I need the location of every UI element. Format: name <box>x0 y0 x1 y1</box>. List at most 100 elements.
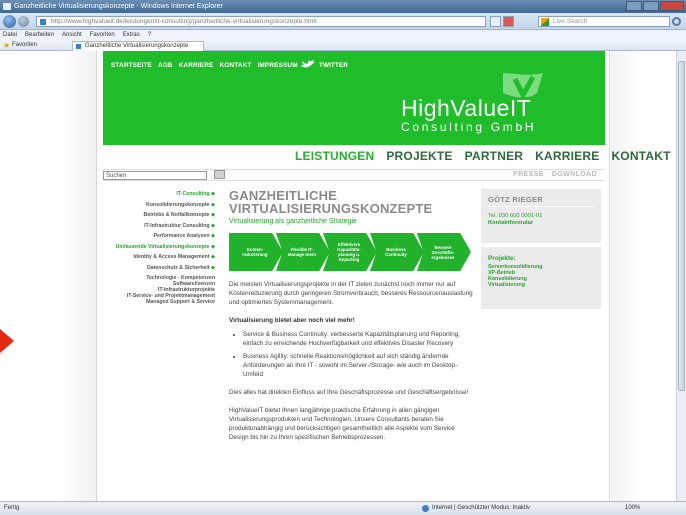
address-tools <box>490 16 514 27</box>
browser-tab[interactable]: Ganzheitliche Virtualisierungskonzepte <box>72 41 204 51</box>
mainnav-link[interactable]: KONTAKT <box>611 149 670 163</box>
offer-paragraph: HighValueIT bietet Ihnen langjährige pra… <box>229 407 455 441</box>
topnav-link[interactable]: IMPRESSUM <box>257 62 297 69</box>
bullet-icon: ◆ <box>209 201 215 208</box>
url-field[interactable]: http://www.highvalueit.de/leistungen/it-… <box>36 16 486 27</box>
sidebar-item[interactable]: Konsolidierungskonzepte ◆ <box>101 200 215 211</box>
contact-box: GÖTZ RIEGER Tel. 030 600 0001-01 Kontakt… <box>481 189 601 243</box>
subnav-link[interactable]: PRESSE <box>513 171 544 178</box>
intro-paragraph: Die meisten Virtualisierungsprojekte in … <box>229 281 473 306</box>
topnav-link[interactable]: KARRIERE <box>179 62 214 69</box>
contact-phone: Tel. 030 600 0001-01 <box>488 213 543 219</box>
process-steps-diagram: Kosten-reduzierung Flexible IT-Manage-men… <box>229 233 473 271</box>
menu-bar: Datei Bearbeiten Ansicht Favoriten Extras? <box>0 30 686 40</box>
star-icon[interactable]: ★ <box>3 42 10 50</box>
sidebar-item-label: Konsolidierungskonzepte <box>146 201 210 208</box>
menu-item[interactable]: Extras <box>123 30 140 40</box>
page-viewport: STARTSEITE AGB KARRIERE KONTAKT IMPRESSUM TW… <box>0 51 676 501</box>
forward-button[interactable] <box>18 16 29 27</box>
sidebar-item[interactable]: Performance Analysen ◆ <box>101 231 215 242</box>
page-subtitle: Virtualisierung als ganzheitliche Strate… <box>229 218 357 225</box>
topnav-link[interactable]: KONTAKT <box>219 62 251 69</box>
window-titlebar: Ganzheitliche Virtualisierungskonzepte -… <box>0 0 686 13</box>
site-search-placeholder: Suchen <box>106 173 127 179</box>
page-background-right <box>611 51 676 501</box>
maximize-button[interactable] <box>643 1 659 11</box>
live-search-input[interactable]: Live Search <box>538 16 670 27</box>
search-row: Suchen PRESSE DOWNLOAD <box>103 169 605 181</box>
sidebar-item[interactable]: Identity & Access Management ◆ <box>101 252 215 263</box>
scrollbar-thumb[interactable] <box>678 61 685 391</box>
security-zone[interactable]: Internet | Geschützter Modus: Inaktiv <box>422 502 530 515</box>
back-button[interactable] <box>3 15 16 28</box>
main-content: GANZHEITLICHE VIRTUALISIERUNGSKONZEPTE V… <box>229 189 473 442</box>
subnav-link[interactable]: DOWNLOAD <box>552 171 597 178</box>
refresh-button[interactable] <box>490 16 501 27</box>
sidebar-navigation: IT-Consulting ◆ Konsolidierungskonzepte ◆… <box>101 189 215 305</box>
projects-box: Projekte: Serverkonsolidierung XP-Betrieb… <box>481 247 601 309</box>
benefit-list: Service & Business Continuity: verbesser… <box>229 330 473 379</box>
twitter-bird-icon[interactable] <box>301 60 315 69</box>
logo-wordmark[interactable]: HighValueIT <box>401 95 531 122</box>
bullet-icon: ◆ <box>209 222 215 229</box>
impact-paragraph: Dies alles hat direkten Einfluss auf Ihr… <box>229 389 469 396</box>
list-item: Business Agility: schnelle Reaktionsmögl… <box>243 352 473 379</box>
menu-item[interactable]: Favoriten <box>90 30 115 40</box>
site-search-button[interactable] <box>214 170 225 179</box>
menu-item[interactable]: Bearbeiten <box>25 30 54 40</box>
bullet-icon: ◆ <box>209 233 215 239</box>
sidebar-item-label: Performance Analysen <box>153 233 210 239</box>
project-link[interactable]: Virtualisierung <box>488 282 542 288</box>
twitter-link[interactable]: TWITTER <box>319 62 348 69</box>
top-navigation: STARTSEITE AGB KARRIERE KONTAKT IMPRESSUM <box>111 62 298 69</box>
ie-icon <box>3 3 11 10</box>
mainnav-link[interactable]: LEISTUNGEN <box>295 149 374 163</box>
sidebar-group: Technologie - Kompetenzen Softwarelizenze… <box>101 275 215 305</box>
close-button[interactable] <box>660 1 684 11</box>
favorites-button[interactable]: Favoriten <box>12 40 37 51</box>
sidebar-item[interactable]: Managed Support & Service <box>101 299 215 305</box>
website-container: STARTSEITE AGB KARRIERE KONTAKT IMPRESSUM TW… <box>96 51 670 501</box>
menu-item[interactable]: ? <box>148 30 151 40</box>
globe-icon <box>422 505 429 512</box>
menu-item[interactable]: Ansicht <box>62 30 82 40</box>
process-step: Effektivere Kapazitäts-planung u. Report… <box>323 233 377 271</box>
favorites-bar: ★ Favoriten Ganzheitliche Virtualisierun… <box>0 40 686 51</box>
mainnav-link[interactable]: PARTNER <box>465 149 524 163</box>
sidebar-item[interactable]: Datenschutz & Sicherheit ◆ <box>101 263 215 274</box>
security-zone-text: Internet | Geschützter Modus: Inaktiv <box>432 505 530 511</box>
site-search-input[interactable]: Suchen <box>103 171 207 180</box>
sidebar-item-label: IT-Consulting <box>176 191 210 197</box>
search-icon[interactable] <box>672 17 681 26</box>
mainnav-link[interactable]: PROJEKTE <box>386 149 452 163</box>
sidebar-item[interactable]: IT-Consulting ◆ <box>101 189 215 200</box>
header-banner: STARTSEITE AGB KARRIERE KONTAKT IMPRESSUM TW… <box>103 51 605 145</box>
topnav-link[interactable]: AGB <box>158 62 173 69</box>
contact-form-link[interactable]: Kontaktformular <box>488 220 533 226</box>
sidebar-item-label: Umfassende Virtualisierungskonzepte <box>115 243 210 250</box>
sidebar-item[interactable]: Umfassende Virtualisierungskonzepte ◆ <box>101 242 215 253</box>
menu-item[interactable]: Datei <box>3 30 17 40</box>
live-search-icon <box>541 18 549 26</box>
process-step: Bessere Geschäfts-ergebnisse <box>417 233 471 271</box>
bullet-icon: ◆ <box>209 254 215 260</box>
contact-name: GÖTZ RIEGER <box>488 195 543 204</box>
mainnav-link[interactable]: KARRIERE <box>535 149 599 163</box>
status-text: Fertig <box>4 505 20 511</box>
main-navigation: LEISTUNGEN PROJEKTE PARTNER KARRIERE KONTAKT <box>295 149 671 163</box>
sidebar-item[interactable]: Betriebs & Notfallkonzepte ◆ <box>101 210 215 221</box>
bullet-icon: ◆ <box>209 212 215 218</box>
topnav-link[interactable]: STARTSEITE <box>111 62 152 69</box>
divider <box>488 206 594 207</box>
page-icon <box>40 19 46 25</box>
page-title-line-2: VIRTUALISIERUNGSKONZEPTE <box>229 201 433 216</box>
projects-title: Projekte: <box>488 255 516 262</box>
highlight-paragraph: Virtualisierung bietet aber noch viel me… <box>229 317 355 324</box>
bullet-icon: ◆ <box>209 191 215 197</box>
red-arrow-marker <box>0 329 14 353</box>
sidebar-item[interactable]: IT-Infrastruktur Consulting ◆ <box>101 221 215 232</box>
vertical-scrollbar[interactable] <box>676 51 686 501</box>
minimize-button[interactable] <box>626 1 642 11</box>
stop-button[interactable] <box>503 16 514 27</box>
zoom-level[interactable]: 100% <box>625 502 640 515</box>
